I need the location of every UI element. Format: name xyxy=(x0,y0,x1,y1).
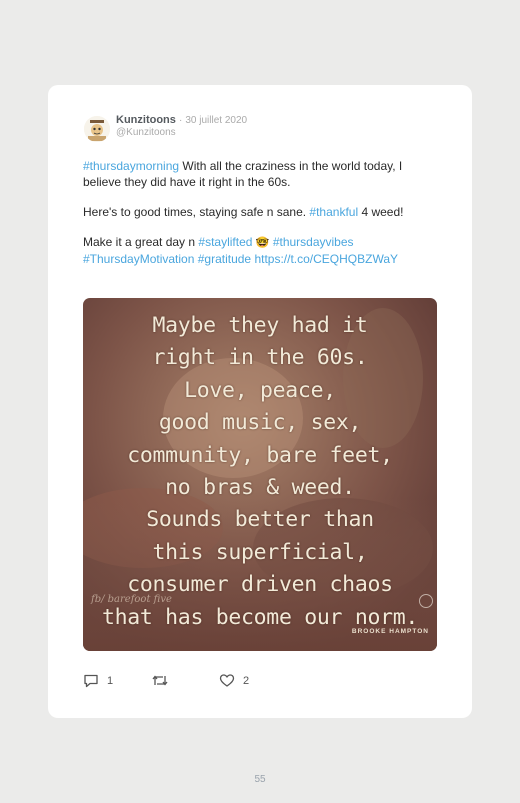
reply-button[interactable]: 1 xyxy=(83,673,113,688)
tweet-image[interactable]: Maybe they had it right in the 60s. Love… xyxy=(83,298,437,651)
hashtag-thankful[interactable]: #thankful xyxy=(309,205,358,219)
tweet-text-segment: Make it a great day n xyxy=(83,235,199,249)
retweet-icon xyxy=(152,675,168,686)
quote-line: this superficial, xyxy=(152,539,368,565)
tweet-paragraph-1: #thursdaymorning With all the craziness … xyxy=(83,158,443,190)
like-count: 2 xyxy=(243,674,250,687)
tweet-card: Kunzitoons · 30 juillet 2020 @Kunzitoons… xyxy=(48,85,472,718)
avatar[interactable] xyxy=(84,116,110,142)
tweet-header: Kunzitoons · 30 juillet 2020 @Kunzitoons xyxy=(84,113,444,143)
quote-line: right in the 60s. xyxy=(152,345,368,371)
watermark-icon xyxy=(419,594,433,608)
tweet-actions: 1 2 xyxy=(83,673,443,693)
hashtag-gratitude[interactable]: #gratitude xyxy=(194,252,251,266)
quote-line: community, bare feet, xyxy=(127,442,393,468)
retweet-button[interactable] xyxy=(151,673,177,688)
hashtag-thursdayvibes[interactable]: #thursdayvibes xyxy=(269,235,354,249)
like-button[interactable]: 2 xyxy=(219,673,249,688)
quote-line: good music, sex, xyxy=(158,410,362,436)
nerd-face-emoji-icon: 🤓 xyxy=(255,237,270,249)
tweet-paragraph-2: Here's to good times, staying safe n san… xyxy=(83,204,443,220)
reply-icon xyxy=(84,674,98,688)
quote-line: Love, peace, xyxy=(184,377,336,403)
quote-author: BROOKE HAMPTON xyxy=(351,628,429,635)
hashtag-thursdaymorning[interactable]: #thursdaymorning xyxy=(83,159,179,173)
author-name[interactable]: Kunzitoons xyxy=(116,114,176,126)
tweet-text-segment: Here's to good times, staying safe n san… xyxy=(83,205,310,219)
page-number: 55 xyxy=(254,774,266,785)
reply-count: 1 xyxy=(107,674,114,687)
tweet-text: #thursdaymorning With all the craziness … xyxy=(83,158,443,281)
separator: · xyxy=(178,115,183,126)
author-line: Kunzitoons · 30 juillet 2020 xyxy=(116,114,247,126)
hashtag-thursdaymotivation[interactable]: #ThursdayMotivation xyxy=(83,252,194,266)
image-signature: fb/ barefoot five xyxy=(91,594,172,605)
quote-line: Sounds better than xyxy=(146,507,374,533)
tweet-text-segment: 4 weed! xyxy=(358,205,404,219)
tweet-date[interactable]: 30 juillet 2020 xyxy=(185,115,247,126)
hashtag-staylifted[interactable]: #staylifted xyxy=(198,235,252,249)
author-handle[interactable]: @Kunzitoons xyxy=(116,127,176,138)
quote-line: no bras & weed. xyxy=(165,475,355,501)
heart-icon xyxy=(219,674,235,687)
tweet-link[interactable]: https://t.co/CEQHQBZWaY xyxy=(251,252,398,266)
quote-text: Maybe they had it right in the 60s. Love… xyxy=(83,310,437,634)
quote-line: Maybe they had it xyxy=(152,313,368,338)
tweet-paragraph-3: Make it a great day n #staylifted 🤓 #thu… xyxy=(83,234,443,267)
